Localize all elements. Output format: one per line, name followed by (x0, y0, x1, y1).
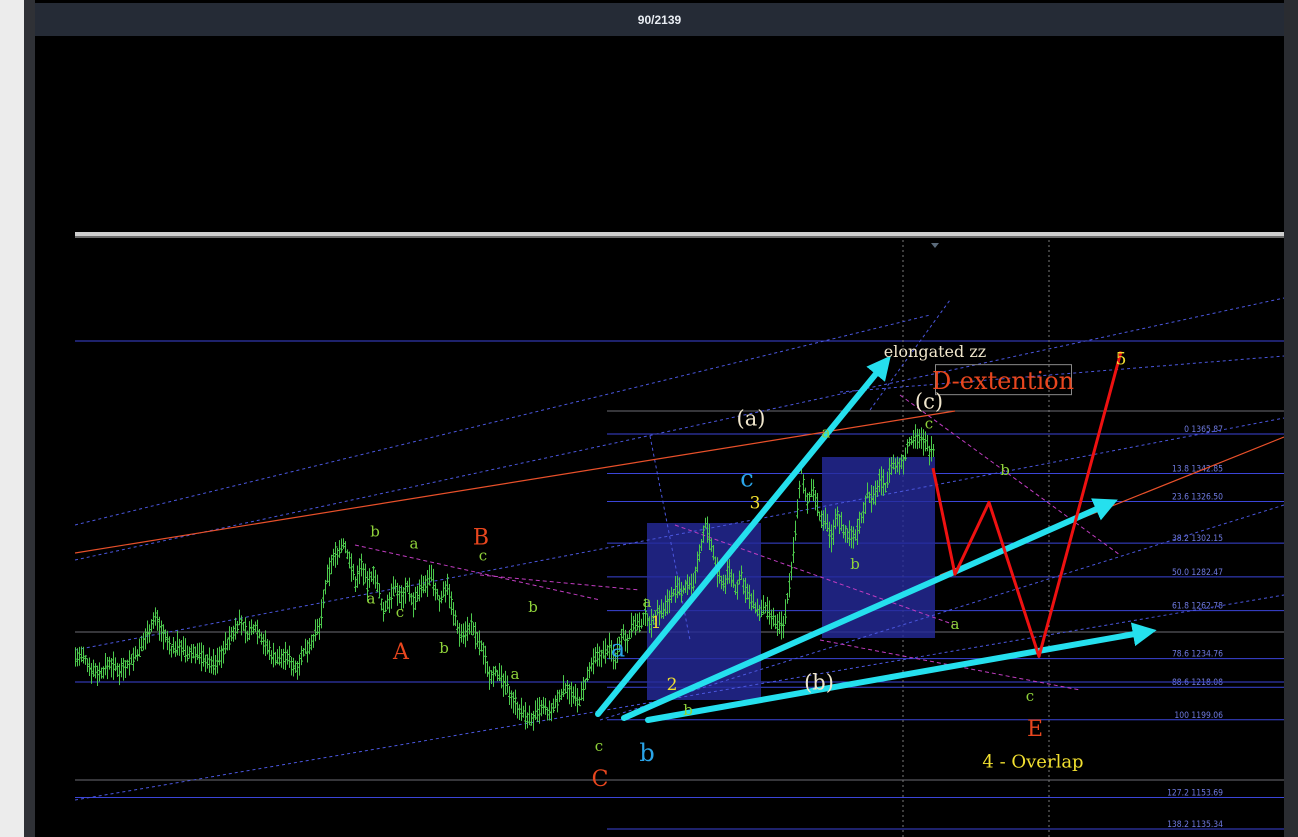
wave-label: b (439, 639, 449, 657)
wave-label: c (396, 603, 404, 621)
wave-label: c (479, 547, 487, 565)
fib-level-label: 88.6 1218.08 (1172, 678, 1223, 688)
wave-label: a (643, 593, 652, 611)
pane-scrollbar (75, 232, 1284, 236)
wave-label: 3 (750, 493, 761, 513)
wave-label: b (528, 598, 538, 616)
fib-level-label: 100 1199.06 (1174, 711, 1223, 721)
channel-line (75, 297, 1284, 561)
wave-label: (b) (804, 671, 834, 695)
wave-label: 2 (667, 675, 678, 695)
wave-label: (a) (737, 407, 766, 431)
wave-label: 4 - Overlap (982, 751, 1083, 772)
wave-label: b (683, 701, 693, 719)
fib-level-label: 138.2 1135.34 (1167, 820, 1223, 830)
channel-line (75, 314, 931, 526)
fib-level-label: 13.8 1342.85 (1172, 464, 1223, 474)
wave-label: (c) (915, 390, 943, 414)
wave-box (822, 457, 935, 638)
chart-canvas[interactable]: 0 1365.87 13.8 1342.85 23.6 1326.50 38.2 13… (0, 0, 1298, 837)
wave-label: a (410, 535, 419, 553)
fib-level-label: 0 1365.87 (1184, 425, 1223, 435)
plot-area: 0 1365.87 13.8 1342.85 23.6 1326.50 38.2 13… (75, 240, 1284, 837)
wave-label: b (1000, 461, 1010, 479)
wave-label: c (925, 415, 933, 433)
wave-label: a (822, 423, 831, 441)
fib-level-label: 127.2 1153.69 (1167, 789, 1223, 799)
wave-label: b (639, 739, 654, 767)
fib-level-label: 50.0 1282.47 (1172, 568, 1223, 578)
wave-label: c (740, 465, 753, 493)
wave-label: c (595, 737, 603, 755)
fib-level-label: 61.8 1262.78 (1172, 602, 1223, 612)
fib-level-label: 38.2 1302.15 (1172, 534, 1223, 544)
wave-label: c (1026, 687, 1034, 705)
wave-label: b (850, 555, 860, 573)
wave-label: elongated zz (884, 342, 986, 361)
wave-label: a (611, 634, 625, 662)
wave-label: a (951, 615, 960, 633)
wave-label: b (370, 523, 380, 541)
wave-label: C (592, 767, 609, 792)
pane-divider (75, 236, 1284, 238)
wave-label: 1 (651, 613, 662, 633)
wave-label: 5 (1116, 349, 1127, 369)
fib-level-label: 23.6 1326.50 (1172, 492, 1223, 502)
wave-label: a (511, 665, 520, 683)
wave-label: E (1027, 717, 1043, 742)
wave-label: A (392, 640, 410, 665)
fib-level-label: 78.6 1234.76 (1172, 650, 1223, 660)
wave-label: D-extention (932, 367, 1074, 395)
wave-label: a (367, 590, 376, 608)
pane-collapse-icon (931, 243, 939, 248)
